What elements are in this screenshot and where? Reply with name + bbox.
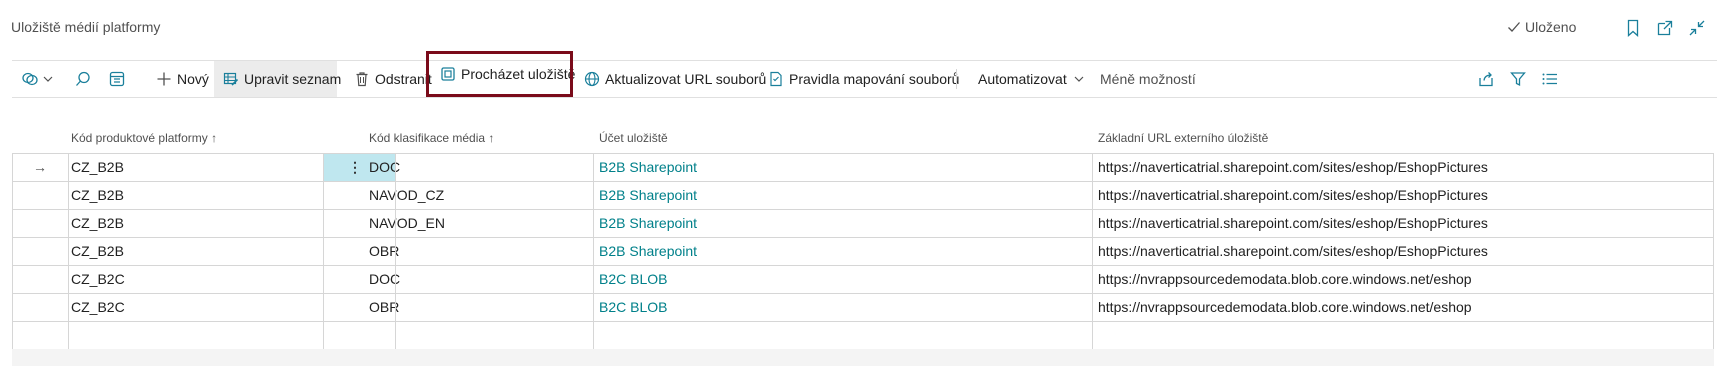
automate-menu-button[interactable]: Automatizovat (974, 61, 1089, 97)
plus-icon (157, 72, 171, 86)
chevron-down-icon (1074, 76, 1084, 82)
column-header-storage-account[interactable]: Účet uložiště (599, 131, 668, 145)
action-bar: Nový Upravit seznam Odstranit Procházet … (12, 51, 1717, 98)
browse-storage-label: Procházet uložiště (461, 66, 576, 82)
open-new-window-icon[interactable] (1655, 18, 1675, 38)
toolbar-divider (956, 69, 957, 89)
list-icon (1542, 73, 1557, 85)
bookmark-icon[interactable] (1623, 18, 1643, 38)
share-icon (1479, 72, 1493, 87)
show-details-button[interactable] (102, 61, 132, 97)
search-icon (76, 71, 90, 86)
document-rules-icon (770, 71, 782, 87)
fewer-options-label: Méně možností (1100, 71, 1196, 87)
new-button-label: Nový (177, 71, 209, 87)
checkmark-icon (1508, 22, 1520, 32)
update-urls-button[interactable]: Aktualizovat URL souborů (580, 61, 770, 97)
collapse-icon[interactable] (1687, 18, 1707, 38)
mapping-rules-label: Pravidla mapování souborů (789, 71, 960, 87)
column-divider (68, 154, 69, 350)
table-header: Kód produktové platformy ↑ Kód klasifika… (12, 120, 1714, 154)
column-header-external-url[interactable]: Základní URL externího úložiště (1098, 131, 1268, 145)
column-header-platform-code[interactable]: Kód produktové platformy ↑ (71, 131, 217, 145)
globe-icon (584, 71, 600, 87)
filter-button[interactable] (1506, 61, 1530, 97)
search-button[interactable] (68, 61, 98, 97)
column-dividers (12, 154, 1714, 350)
delete-button[interactable]: Odstranit (350, 61, 436, 97)
fewer-options-button[interactable]: Méně možností (1096, 61, 1200, 97)
column-header-classification-code[interactable]: Kód klasifikace média ↑ (369, 131, 494, 145)
column-divider (12, 154, 13, 350)
delete-label: Odstranit (375, 71, 432, 87)
column-divider (323, 154, 324, 350)
column-divider (395, 154, 396, 350)
new-button[interactable]: Nový (152, 61, 213, 97)
chevron-down-icon (43, 76, 53, 82)
list-layout-button[interactable] (1538, 61, 1562, 97)
list-footer (12, 349, 1714, 366)
edit-list-label: Upravit seznam (244, 71, 342, 87)
page-header: Uložiště médií platformy Uloženo (0, 0, 1717, 56)
filter-views-icon (22, 72, 38, 86)
saved-status-label: Uloženo (1525, 19, 1577, 35)
update-urls-label: Aktualizovat URL souborů (605, 71, 767, 87)
automate-label: Automatizovat (978, 71, 1067, 87)
column-divider (1713, 154, 1714, 350)
views-dropdown-button[interactable] (20, 61, 66, 97)
saved-status: Uloženo (1507, 19, 1576, 35)
mapping-rules-button[interactable]: Pravidla mapování souborů (764, 61, 963, 97)
details-pane-icon (109, 71, 125, 87)
storage-icon (441, 67, 455, 81)
page-title: Uložiště médií platformy (11, 19, 161, 35)
column-divider (593, 154, 594, 350)
filter-icon (1510, 72, 1526, 87)
share-button[interactable] (1474, 61, 1498, 97)
edit-list-icon (223, 72, 239, 86)
edit-list-button[interactable]: Upravit seznam (214, 61, 341, 97)
column-divider (1092, 154, 1093, 350)
trash-icon (356, 72, 368, 87)
browse-storage-button[interactable]: Procházet uložiště (426, 51, 576, 97)
